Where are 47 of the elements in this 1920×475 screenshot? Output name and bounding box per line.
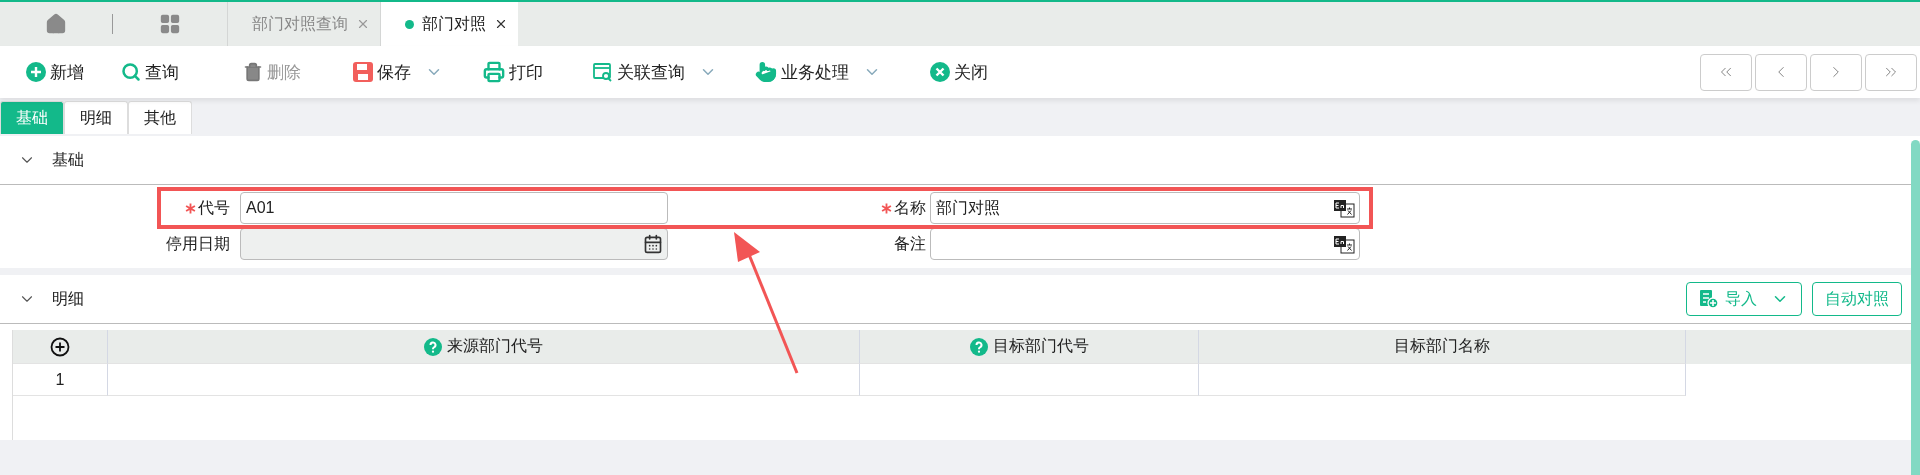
form-tab[interactable]: 明细	[64, 101, 128, 134]
toolbar-button[interactable]: 打印	[483, 60, 593, 84]
table-cell[interactable]	[108, 364, 860, 396]
grid-icon[interactable]	[159, 13, 181, 35]
section-title: 基础	[52, 149, 84, 170]
toolbar-button[interactable]: 业务处理	[755, 60, 930, 84]
field-label: 名称	[894, 197, 926, 218]
column-header: 目标部门代号	[992, 336, 1089, 356]
toolbar-button[interactable]: 关闭	[930, 60, 1010, 84]
text-field[interactable]: A01	[240, 192, 668, 224]
table-cell[interactable]	[860, 364, 1199, 396]
next-button[interactable]	[1810, 53, 1862, 91]
pointing-hand-icon	[755, 61, 777, 83]
plus-circle-icon	[26, 62, 46, 82]
section-title: 明细	[52, 288, 84, 309]
save-icon	[353, 62, 373, 82]
page-tab[interactable]: 部门对照	[380, 2, 518, 46]
add-row-icon[interactable]	[50, 336, 70, 357]
search-icon	[121, 62, 141, 82]
trash-icon	[243, 62, 263, 82]
toolbar-button[interactable]: 查询	[121, 60, 243, 84]
field-label: 代号	[198, 197, 230, 218]
translate-icon[interactable]	[1333, 198, 1355, 218]
toolbar-button[interactable]: 关联查询	[593, 60, 755, 84]
row-number: 1	[55, 370, 65, 389]
close-icon[interactable]	[494, 17, 508, 31]
text-field[interactable]	[930, 228, 1360, 260]
toolbar-button[interactable]: 保存	[353, 60, 483, 84]
printer-icon	[483, 61, 505, 83]
toolbar-button[interactable]: 新增	[26, 60, 121, 84]
close-icon	[930, 62, 950, 82]
previous-button[interactable]	[1755, 53, 1807, 91]
first-page-button[interactable]	[1700, 53, 1752, 91]
home-icon[interactable]	[45, 13, 67, 35]
form-tab[interactable]: 其他	[128, 101, 192, 134]
field-label: 停用日期	[166, 233, 230, 254]
column-header: 来源部门代号	[447, 336, 543, 356]
translate-icon[interactable]	[1333, 234, 1355, 254]
window-search-icon	[593, 62, 613, 82]
column-header: 目标部门名称	[1394, 336, 1490, 356]
active-dot-icon	[405, 19, 414, 29]
table-cell[interactable]	[1199, 364, 1686, 396]
field-label: 备注	[894, 233, 926, 254]
sheet-add-icon	[1699, 289, 1719, 309]
text-field[interactable]: 部门对照	[930, 192, 1360, 224]
scrollbar[interactable]	[1911, 140, 1920, 475]
last-page-button[interactable]	[1865, 53, 1917, 91]
